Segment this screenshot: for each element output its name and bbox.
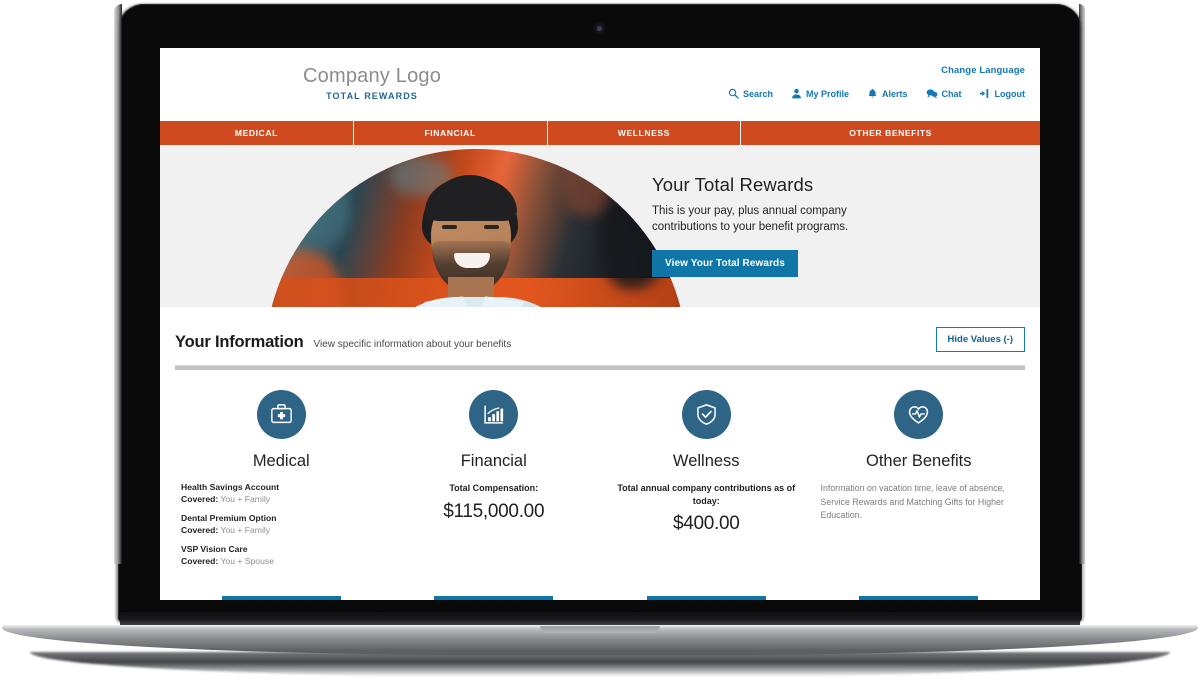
card-financial-body: Total Compensation: $115,000.00 xyxy=(394,482,595,523)
utility-nav-chat[interactable]: Chat xyxy=(926,88,962,99)
shield-check-icon xyxy=(681,390,731,439)
bar-chart-icon xyxy=(469,390,519,439)
medical-plan-coverage: Covered: You + Family xyxy=(181,525,382,537)
medical-plan-coverage: Covered: You + Family xyxy=(181,494,382,506)
person-figure xyxy=(326,149,626,307)
view-other-benefits-button[interactable]: View Other Benefits xyxy=(859,595,979,600)
card-medical: Medical Health Savings Account Covered: … xyxy=(175,390,388,576)
chat-icon xyxy=(926,88,938,99)
card-other-benefits-body: Information on vacation time, leave of a… xyxy=(819,482,1020,523)
card-action-buttons: View Medical View Financial View Wellnes… xyxy=(175,595,1026,600)
laptop-shadow xyxy=(30,652,1170,678)
medical-kit-icon xyxy=(256,390,306,439)
medical-plan-item: Health Savings Account Covered: You + Fa… xyxy=(181,482,382,505)
nav-tab-medical[interactable]: MEDICAL xyxy=(160,121,354,145)
card-button-wrap: View Other Benefits xyxy=(813,595,1026,600)
laptop-trackpad-notch xyxy=(540,626,660,633)
medical-plan-item: Dental Premium Option Covered: You + Fam… xyxy=(181,513,382,536)
card-button-wrap: View Wellness xyxy=(600,595,813,600)
nav-tab-financial[interactable]: FINANCIAL xyxy=(354,121,548,145)
medical-coverage-value: You + Spouse xyxy=(218,555,274,566)
person-shirt xyxy=(388,297,568,307)
hero-image-arch xyxy=(265,149,687,307)
laptop-base xyxy=(0,612,1200,691)
hero-title: Your Total Rewards xyxy=(652,174,814,195)
your-information-header: Your Information View specific informati… xyxy=(175,307,1025,352)
view-medical-button[interactable]: View Medical xyxy=(221,595,341,600)
brand-logo[interactable]: Company Logo TOTAL REWARDS xyxy=(303,65,441,101)
heart-pulse-icon xyxy=(894,390,944,439)
brand-subtitle: TOTAL REWARDS xyxy=(326,91,418,101)
change-language-link[interactable]: Change Language xyxy=(941,65,1025,76)
medical-coverage-label: Covered: xyxy=(181,555,219,566)
main-nav: MEDICAL FINANCIAL WELLNESS OTHER BENEFIT… xyxy=(160,121,1040,145)
brand-name: Company Logo xyxy=(303,65,442,87)
hero-banner: Your Total Rewards This is your pay, plu… xyxy=(160,145,1040,307)
utility-nav-search[interactable]: Search xyxy=(728,88,773,99)
utility-nav-logout[interactable]: Logout xyxy=(979,88,1026,99)
utility-nav-chat-label: Chat xyxy=(941,88,962,99)
site-header: Company Logo TOTAL REWARDS Change Langua… xyxy=(160,48,1040,121)
card-other-benefits: Other Benefits Information on vacation t… xyxy=(813,390,1026,576)
utility-nav-my-profile-label: My Profile xyxy=(805,88,849,99)
section-divider xyxy=(175,365,1025,370)
medical-coverage-value: You + Family xyxy=(218,524,271,535)
card-medical-title: Medical xyxy=(252,452,310,470)
card-financial-title: Financial xyxy=(460,452,527,470)
utility-nav-alerts[interactable]: Alerts xyxy=(867,88,908,99)
medical-plan-coverage: Covered: You + Spouse xyxy=(181,556,382,568)
medical-plan-name: Health Savings Account xyxy=(181,482,280,492)
laptop-hinge xyxy=(120,612,1080,626)
webcam-icon xyxy=(597,26,602,31)
medical-coverage-value: You + Family xyxy=(218,493,271,504)
person-eye-right xyxy=(484,225,499,229)
medical-coverage-label: Covered: xyxy=(181,524,219,535)
card-button-wrap: View Financial xyxy=(388,595,601,600)
card-wellness: Wellness Total annual company contributi… xyxy=(600,390,813,576)
medical-plan-name: Dental Premium Option xyxy=(181,513,277,524)
view-total-rewards-button[interactable]: View Your Total Rewards xyxy=(652,249,798,277)
logout-icon xyxy=(979,88,991,99)
card-wellness-body: Total annual company contributions as of… xyxy=(606,482,807,535)
hero-subtitle: This is your pay, plus annual company co… xyxy=(652,205,849,234)
medical-coverage-label: Covered: xyxy=(181,493,219,504)
financial-total-value: $115,000.00 xyxy=(443,500,545,522)
bell-icon xyxy=(867,88,878,99)
browser-screen: Company Logo TOTAL REWARDS Change Langua… xyxy=(160,48,1040,600)
card-medical-body: Health Savings Account Covered: You + Fa… xyxy=(181,482,382,568)
smiling-man-at-laptop-photo xyxy=(265,149,687,307)
view-financial-button[interactable]: View Financial xyxy=(434,595,554,600)
utility-nav-my-profile[interactable]: My Profile xyxy=(791,88,849,99)
hero-text-block: Your Total Rewards This is your pay, plu… xyxy=(652,174,952,277)
utility-nav-search-label: Search xyxy=(742,88,773,99)
card-wellness-title: Wellness xyxy=(672,452,740,470)
financial-total-label: Total Compensation: xyxy=(449,483,539,493)
wellness-total-value: $400.00 xyxy=(672,513,740,535)
nav-tab-other-benefits[interactable]: OTHER BENEFITS xyxy=(741,121,1040,145)
benefit-cards: Medical Health Savings Account Covered: … xyxy=(175,390,1025,576)
search-icon xyxy=(728,88,739,99)
page-title: Your Information xyxy=(175,333,304,351)
user-icon xyxy=(791,88,802,99)
card-button-wrap: View Medical xyxy=(175,595,388,600)
hide-values-button[interactable]: Hide Values (-) xyxy=(935,327,1025,352)
your-information-section: Your Information View specific informati… xyxy=(160,307,1040,600)
medical-plan-name: VSP Vision Care xyxy=(181,544,248,555)
card-financial: Financial Total Compensation: $115,000.0… xyxy=(388,390,601,576)
nav-tab-wellness[interactable]: WELLNESS xyxy=(548,121,742,145)
view-wellness-button[interactable]: View Wellness xyxy=(646,595,766,600)
utility-nav-alerts-label: Alerts xyxy=(881,88,908,99)
card-other-benefits-title: Other Benefits xyxy=(866,452,972,470)
laptop-mockup: Company Logo TOTAL REWARDS Change Langua… xyxy=(0,0,1200,691)
utility-nav: Search My Profile Alerts Chat Logout xyxy=(728,88,1025,99)
medical-plan-item: VSP Vision Care Covered: You + Spouse xyxy=(181,544,382,567)
page-subtitle: View specific information about your ben… xyxy=(313,339,512,350)
wellness-total-label: Total annual company contributions as of… xyxy=(617,483,796,506)
person-eye-left xyxy=(442,225,457,229)
other-benefits-description: Information on vacation time, leave of a… xyxy=(820,483,1005,521)
person-hair-top xyxy=(425,177,517,221)
utility-nav-logout-label: Logout xyxy=(994,88,1026,99)
